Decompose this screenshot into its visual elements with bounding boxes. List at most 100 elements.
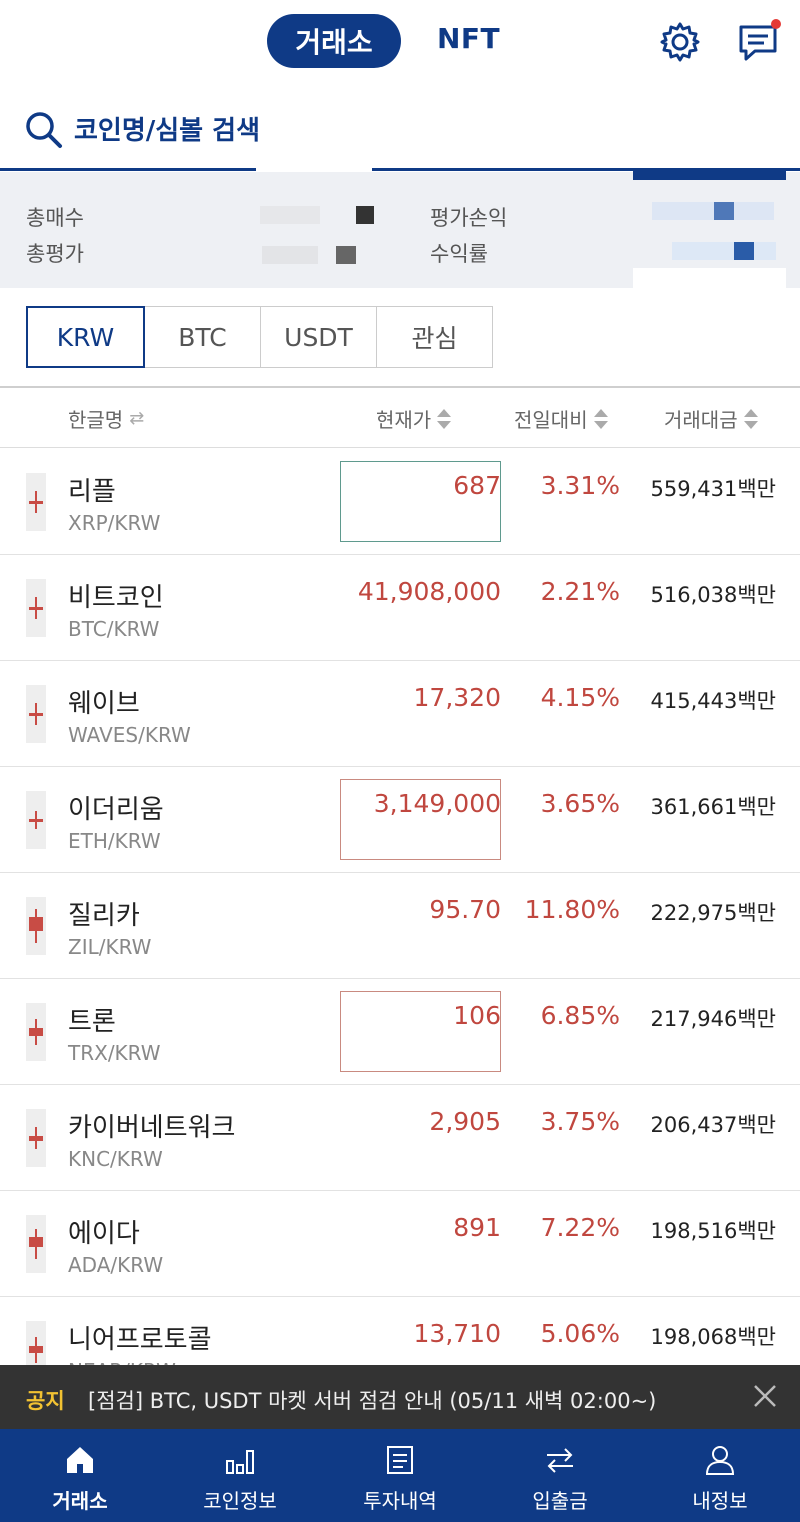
column-volume-header[interactable]: 거래대금: [664, 404, 758, 433]
nav-label: 투자내역: [363, 1489, 437, 1513]
coin-price: 2,905: [429, 1107, 501, 1136]
tab-nft[interactable]: NFT: [437, 22, 500, 55]
notice-text[interactable]: [점검] BTC, USDT 마켓 서버 점검 안내 (05/11 새벽 02:…: [88, 1385, 656, 1415]
coin-name: 비트코인: [68, 583, 164, 613]
candle-icon: [26, 473, 46, 531]
coin-change: 5.06%: [540, 1319, 620, 1348]
coin-symbol: KNC/KRW: [68, 1147, 163, 1171]
coin-name: 니어프로토콜: [68, 1325, 212, 1355]
nav-coin-info[interactable]: 코인정보: [160, 1429, 320, 1522]
coin-change: 6.85%: [540, 1001, 620, 1030]
nav-investments[interactable]: 투자내역: [320, 1429, 480, 1522]
coin-symbol: WAVES/KRW: [68, 723, 191, 747]
coin-list: 리플 XRP/KRW 687 3.31% 559,431백만 비트코인 BTC/…: [0, 449, 800, 1403]
column-label: 전일대비: [514, 408, 588, 432]
column-label: 현재가: [376, 408, 432, 432]
nav-my-info[interactable]: 내정보: [640, 1429, 800, 1522]
column-change-header[interactable]: 전일대비: [514, 404, 608, 433]
coin-name: 질리카: [68, 901, 140, 931]
coin-change: 3.65%: [540, 789, 620, 818]
coin-volume: 222,975백만: [650, 901, 776, 925]
tab-exchange[interactable]: 거래소: [267, 14, 401, 68]
tab-krw[interactable]: KRW: [26, 306, 145, 368]
nav-label: 내정보: [692, 1489, 748, 1513]
coin-price: 13,710: [413, 1319, 501, 1348]
coin-price: 41,908,000: [357, 577, 501, 606]
coin-change: 2.21%: [540, 577, 620, 606]
table-row[interactable]: 트론 TRX/KRW 106 6.85% 217,946백만: [0, 979, 800, 1085]
notice-tag: 공지: [26, 1389, 65, 1413]
coin-change: 3.31%: [540, 471, 620, 500]
masked-value: [260, 206, 320, 224]
pnl-label: 평가손익: [430, 206, 508, 230]
search-input[interactable]: 코인명/심볼 검색: [74, 110, 260, 147]
coin-price: 106: [453, 1001, 501, 1030]
market-tabs: KRW BTC USDT 관심: [26, 306, 493, 368]
tab-favorites[interactable]: 관심: [376, 306, 493, 368]
table-row[interactable]: 이더리움 ETH/KRW 3,149,000 3.65% 361,661백만: [0, 767, 800, 873]
coin-name: 에이다: [68, 1219, 140, 1249]
coin-price: 687: [453, 471, 501, 500]
coin-price: 3,149,000: [373, 789, 501, 818]
sort-icon: [593, 408, 608, 430]
coin-symbol: ZIL/KRW: [68, 935, 152, 959]
nav-label: 입출금: [532, 1489, 588, 1513]
masked-value: [262, 246, 318, 264]
gear-icon[interactable]: [658, 20, 702, 64]
notice-bar[interactable]: 공지 [점검] BTC, USDT 마켓 서버 점검 안내 (05/11 새벽 …: [0, 1365, 800, 1429]
candle-icon: [26, 1003, 46, 1061]
masked-value: [356, 206, 374, 224]
coin-volume: 516,038백만: [650, 583, 776, 607]
coin-symbol: ADA/KRW: [68, 1253, 164, 1277]
nav-exchange[interactable]: 거래소: [0, 1429, 160, 1522]
coin-price: 17,320: [413, 683, 501, 712]
coin-name: 트론: [68, 1007, 116, 1037]
column-price-header[interactable]: 현재가: [376, 404, 452, 433]
tab-btc[interactable]: BTC: [144, 306, 261, 368]
masked-value: [734, 242, 754, 260]
person-icon: [705, 1446, 735, 1475]
transfer-icon: [547, 1448, 573, 1473]
table-header: 한글명 ⇄ 현재가 전일대비 거래대금: [0, 388, 800, 448]
return-label: 수익률: [430, 242, 488, 266]
coin-volume: 361,661백만: [650, 795, 776, 819]
coin-name: 카이버네트워크: [68, 1113, 236, 1143]
nav-label: 코인정보: [203, 1489, 277, 1513]
candle-icon: [26, 685, 46, 743]
coin-volume: 206,437백만: [650, 1113, 776, 1137]
coin-symbol: ETH/KRW: [68, 829, 161, 853]
coin-change: 3.75%: [540, 1107, 620, 1136]
table-row[interactable]: 질리카 ZIL/KRW 95.70 11.80% 222,975백만: [0, 873, 800, 979]
coin-change: 7.22%: [540, 1213, 620, 1242]
search-bar[interactable]: 코인명/심볼 검색: [0, 98, 800, 170]
nav-deposit-withdraw[interactable]: 입출금: [480, 1429, 640, 1522]
bottom-nav: 거래소 코인정보 투자내역 입출금 내정보: [0, 1429, 800, 1522]
table-row[interactable]: 에이다 ADA/KRW 891 7.22% 198,516백만: [0, 1191, 800, 1297]
coin-symbol: XRP/KRW: [68, 511, 161, 535]
masked-value: [714, 202, 734, 220]
table-row[interactable]: 비트코인 BTC/KRW 41,908,000 2.21% 516,038백만: [0, 555, 800, 661]
column-name-header[interactable]: 한글명 ⇄: [68, 404, 144, 433]
chat-icon[interactable]: [736, 18, 782, 64]
tab-usdt[interactable]: USDT: [260, 306, 377, 368]
search-icon: [26, 112, 62, 148]
chart-icon: [226, 1450, 254, 1474]
column-label: 한글명: [68, 408, 124, 432]
table-row[interactable]: 카이버네트워크 KNC/KRW 2,905 3.75% 206,437백만: [0, 1085, 800, 1191]
total-buy-label: 총매수: [26, 206, 84, 230]
candle-icon: [26, 791, 46, 849]
masked-value: [672, 242, 776, 260]
sort-icon: [743, 408, 758, 430]
coin-symbol: BTC/KRW: [68, 617, 160, 641]
table-row[interactable]: 리플 XRP/KRW 687 3.31% 559,431백만: [0, 449, 800, 555]
coin-price: 891: [453, 1213, 501, 1242]
table-row[interactable]: 웨이브 WAVES/KRW 17,320 4.15% 415,443백만: [0, 661, 800, 767]
list-icon: [387, 1446, 413, 1474]
top-bar: 거래소 NFT: [0, 0, 800, 86]
divider: [633, 268, 786, 288]
coin-change: 4.15%: [540, 683, 620, 712]
coin-price: 95.70: [429, 895, 501, 924]
coin-volume: 198,068백만: [650, 1325, 776, 1349]
coin-symbol: TRX/KRW: [68, 1041, 161, 1065]
close-icon[interactable]: [752, 1383, 778, 1409]
